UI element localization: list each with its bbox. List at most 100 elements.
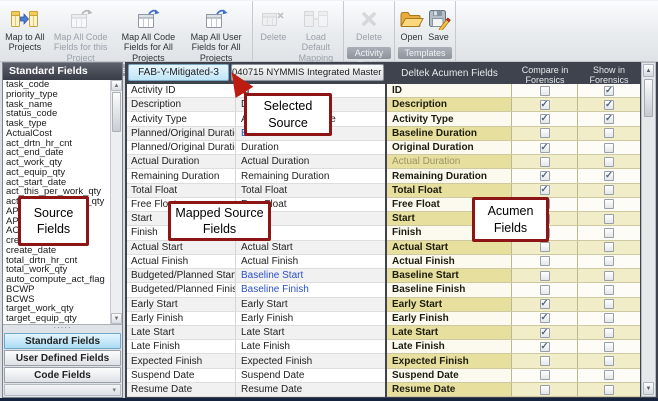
compare-checkbox[interactable] xyxy=(540,114,550,124)
sidebar-scrollbar[interactable]: ▲ ▼ xyxy=(110,80,122,324)
acumen-field-row[interactable]: Early Finish xyxy=(387,312,640,326)
mapping-row[interactable]: Total Float Total Float xyxy=(127,184,385,198)
compare-checkbox[interactable] xyxy=(540,256,550,266)
mapped-field-name[interactable]: Remaining Duration xyxy=(236,171,385,182)
sidebar-nav-button[interactable]: Standard Fields xyxy=(4,333,121,349)
mapped-field-name[interactable]: Late Finish xyxy=(236,341,385,352)
mapping-row[interactable]: Budgeted/Planned Finish Baseline Finish xyxy=(127,283,385,297)
scrollbar-thumb[interactable] xyxy=(644,79,653,117)
show-in-forensics-cell[interactable] xyxy=(578,141,640,154)
show-checkbox[interactable] xyxy=(604,285,614,295)
mapping-row[interactable]: Expected Finish Expected Finish xyxy=(127,354,385,368)
mapping-row[interactable]: Early Start Early Start xyxy=(127,298,385,312)
compare-in-forensics-cell[interactable] xyxy=(512,241,578,254)
table-scrollbar[interactable]: ▲ ▼ xyxy=(641,62,656,397)
mapped-field-name[interactable]: Actual Duration xyxy=(236,156,385,167)
acumen-field-row[interactable]: Actual Start xyxy=(387,241,640,255)
mapping-row[interactable]: Actual Duration Actual Duration xyxy=(127,155,385,169)
mapped-field-name[interactable]: Early Finish xyxy=(236,313,385,324)
compare-checkbox[interactable] xyxy=(540,285,550,295)
compare-in-forensics-cell[interactable] xyxy=(512,383,578,396)
sidebar-nav-button[interactable]: User Defined Fields xyxy=(4,350,121,366)
show-in-forensics-cell[interactable] xyxy=(578,127,640,140)
acumen-field-row[interactable]: Activity Type xyxy=(387,112,640,126)
acumen-field-row[interactable]: Baseline Start xyxy=(387,269,640,283)
show-checkbox[interactable] xyxy=(604,199,614,209)
mapped-field-name[interactable]: Baseline Start xyxy=(236,270,385,281)
show-checkbox[interactable] xyxy=(604,128,614,138)
acumen-field-row[interactable]: Actual Finish xyxy=(387,255,640,269)
compare-checkbox[interactable] xyxy=(540,370,550,380)
map-all-user-fields-all-projects-button[interactable]: Map All User Fields for All Projects xyxy=(183,3,249,63)
compare-in-forensics-cell[interactable] xyxy=(512,283,578,296)
save-template-button[interactable]: Save xyxy=(426,3,452,46)
show-checkbox[interactable] xyxy=(604,356,614,366)
show-in-forensics-cell[interactable] xyxy=(578,340,640,353)
show-in-forensics-cell[interactable] xyxy=(578,326,640,339)
mapping-row[interactable]: Actual Finish Actual Finish xyxy=(127,255,385,269)
show-checkbox[interactable] xyxy=(604,328,614,338)
scroll-down-icon[interactable]: ▼ xyxy=(643,382,654,395)
map-all-code-fields-all-projects-button[interactable]: Map All Code Fields for All Projects xyxy=(115,3,183,63)
compare-checkbox[interactable] xyxy=(540,299,550,309)
show-in-forensics-cell[interactable] xyxy=(578,312,640,325)
source-tab[interactable]: FAB-Y-Mitigated-3 xyxy=(128,64,229,81)
compare-checkbox[interactable] xyxy=(540,328,550,338)
scroll-down-icon[interactable]: ▼ xyxy=(111,313,122,324)
show-checkbox[interactable] xyxy=(604,342,614,352)
compare-checkbox[interactable] xyxy=(540,356,550,366)
mapped-field-name[interactable]: Suspend Date xyxy=(236,370,385,381)
compare-checkbox[interactable] xyxy=(540,185,550,195)
compare-in-forensics-cell[interactable] xyxy=(512,184,578,197)
show-checkbox[interactable] xyxy=(604,228,614,238)
compare-in-forensics-cell[interactable] xyxy=(512,127,578,140)
show-in-forensics-cell[interactable] xyxy=(578,226,640,239)
mapping-row[interactable]: Early Finish Early Finish xyxy=(127,312,385,326)
show-checkbox[interactable] xyxy=(604,214,614,224)
compare-checkbox[interactable] xyxy=(540,143,550,153)
mapped-field-name[interactable]: Duration xyxy=(236,142,385,153)
compare-in-forensics-cell[interactable] xyxy=(512,340,578,353)
acumen-field-row[interactable]: Expected Finish xyxy=(387,354,640,368)
show-in-forensics-cell[interactable] xyxy=(578,255,640,268)
acumen-field-row[interactable]: Baseline Duration xyxy=(387,127,640,141)
mapped-field-name[interactable]: Late Start xyxy=(236,327,385,338)
show-in-forensics-cell[interactable] xyxy=(578,98,640,111)
show-checkbox[interactable] xyxy=(604,385,614,395)
compare-in-forensics-cell[interactable] xyxy=(512,269,578,282)
panel-splitter[interactable]: ····· xyxy=(3,325,122,332)
acumen-field-row[interactable]: Late Finish xyxy=(387,340,640,354)
compare-checkbox[interactable] xyxy=(540,171,550,181)
compare-in-forensics-cell[interactable] xyxy=(512,326,578,339)
scrollbar-thumb[interactable] xyxy=(112,92,121,132)
show-checkbox[interactable] xyxy=(604,157,614,167)
sidebar-nav-button[interactable]: Code Fields xyxy=(4,367,121,383)
compare-in-forensics-cell[interactable] xyxy=(512,298,578,311)
mapping-row[interactable]: Remaining Duration Remaining Duration xyxy=(127,169,385,183)
mapped-field-name[interactable]: Baseline Finish xyxy=(236,284,385,295)
show-in-forensics-cell[interactable] xyxy=(578,241,640,254)
show-checkbox[interactable] xyxy=(604,242,614,252)
acumen-field-row[interactable]: ID xyxy=(387,84,640,98)
compare-in-forensics-cell[interactable] xyxy=(512,369,578,382)
show-in-forensics-cell[interactable] xyxy=(578,369,640,382)
compare-checkbox[interactable] xyxy=(540,271,550,281)
show-checkbox[interactable] xyxy=(604,143,614,153)
compare-in-forensics-cell[interactable] xyxy=(512,255,578,268)
mapping-row[interactable]: Actual Start Actual Start xyxy=(127,241,385,255)
acumen-field-row[interactable]: Description xyxy=(387,98,640,112)
acumen-field-row[interactable]: Actual Duration xyxy=(387,155,640,169)
acumen-field-row[interactable]: Baseline Finish xyxy=(387,283,640,297)
compare-checkbox[interactable] xyxy=(540,385,550,395)
scroll-up-icon[interactable]: ▲ xyxy=(643,64,654,77)
show-checkbox[interactable] xyxy=(604,299,614,309)
compare-in-forensics-cell[interactable] xyxy=(512,112,578,125)
show-checkbox[interactable] xyxy=(604,86,614,96)
acumen-field-row[interactable]: Total Float xyxy=(387,184,640,198)
compare-checkbox[interactable] xyxy=(540,128,550,138)
compare-checkbox[interactable] xyxy=(540,157,550,167)
compare-checkbox[interactable] xyxy=(540,100,550,110)
compare-in-forensics-cell[interactable] xyxy=(512,141,578,154)
mapping-row[interactable]: Budgeted/Planned Start Baseline Start xyxy=(127,269,385,283)
show-in-forensics-cell[interactable] xyxy=(578,298,640,311)
